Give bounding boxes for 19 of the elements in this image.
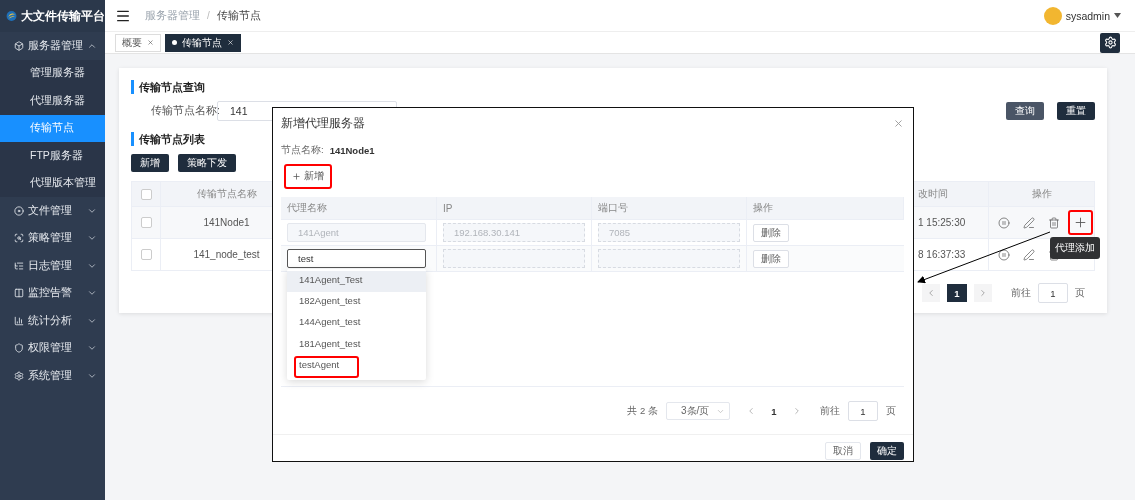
column-header: 操作 bbox=[747, 197, 904, 219]
column-header: 端口号 bbox=[592, 197, 747, 219]
page-unit: 页 bbox=[1075, 286, 1085, 300]
field-label: 传输节点名称: bbox=[151, 104, 217, 118]
dialog-title: 新增代理服务器 bbox=[281, 114, 366, 132]
page-unit: 页 bbox=[886, 404, 896, 418]
section-title: 传输节点查询 bbox=[131, 80, 1095, 94]
column-header: 操作 bbox=[1030, 187, 1053, 201]
goto-label: 前往 bbox=[1011, 286, 1031, 300]
breadcrumb-separator: / bbox=[207, 10, 210, 21]
tooltip: 代理添加 bbox=[1050, 237, 1100, 259]
field-label: 节点名称: bbox=[281, 143, 324, 157]
app-title: 大文件传输平台 bbox=[21, 7, 105, 25]
field-value: 141Node1 bbox=[329, 144, 375, 156]
breadcrumb-item: 传输节点 bbox=[216, 8, 261, 23]
column-header: IP bbox=[437, 197, 592, 219]
goto-label: 前往 bbox=[820, 404, 840, 418]
total-count: 共 2 条 bbox=[627, 404, 658, 418]
column-header: 代理名称 bbox=[281, 197, 437, 219]
